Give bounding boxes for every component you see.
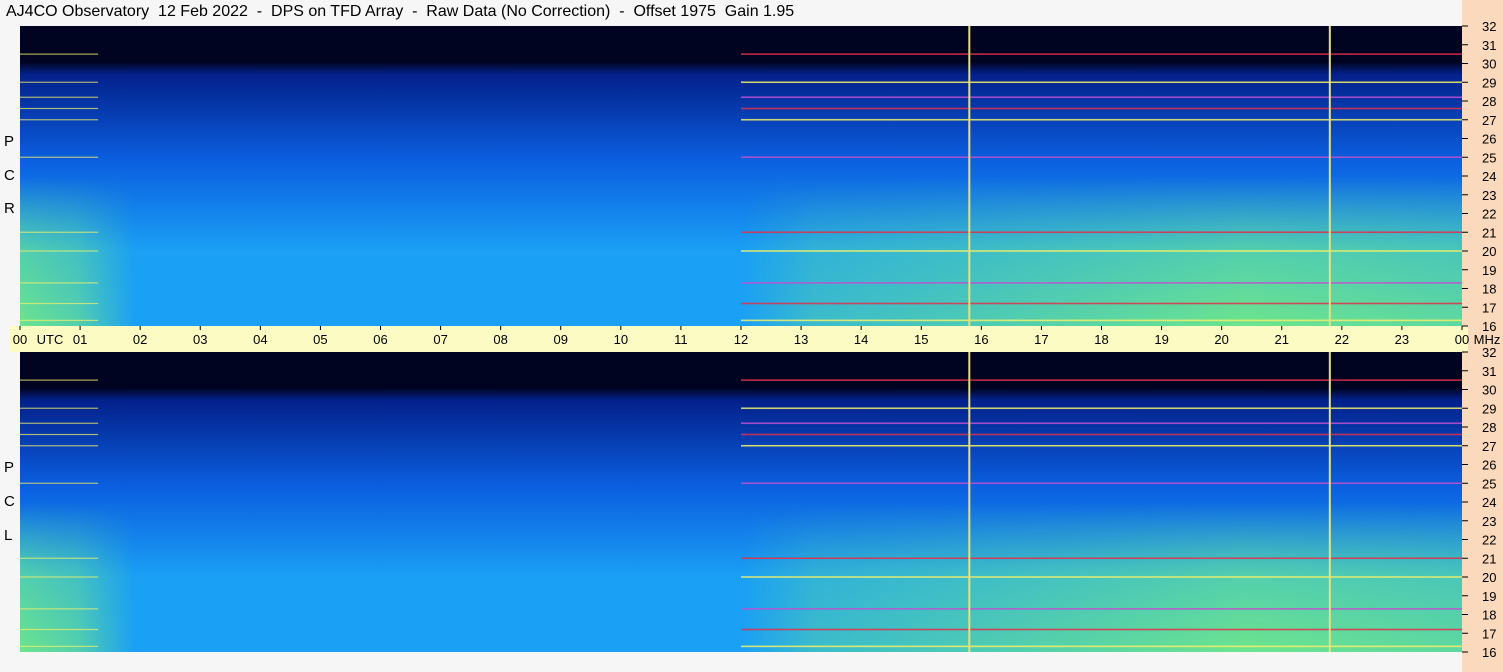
interference-line — [20, 53, 99, 55]
frequency-axis-strip — [1462, 0, 1503, 672]
rcp-label-r: R — [4, 200, 15, 217]
interference-line — [20, 81, 99, 83]
interference-line — [741, 433, 1462, 436]
vertical-marker — [1328, 352, 1331, 652]
interference-line — [741, 302, 1462, 305]
vertical-marker — [968, 26, 971, 326]
interference-line — [20, 422, 99, 424]
interference-line — [20, 482, 99, 484]
lcp-label-p: P — [4, 459, 15, 476]
interference-line — [741, 645, 1462, 648]
interference-line — [741, 379, 1462, 381]
vertical-marker — [1328, 26, 1331, 326]
interference-line — [741, 81, 1462, 84]
interference-line — [20, 557, 99, 559]
lcp-label-c: C — [4, 493, 15, 510]
interference-line — [20, 379, 99, 381]
vertical-marker — [968, 352, 971, 652]
interference-line — [20, 319, 99, 321]
interference-line — [20, 445, 99, 447]
interference-line — [741, 96, 1462, 99]
rcp-label-c: C — [4, 167, 15, 184]
interference-line — [20, 628, 99, 631]
interference-line — [741, 118, 1462, 121]
activity-glow — [20, 26, 1462, 326]
interference-line — [741, 576, 1462, 578]
interference-line — [741, 444, 1462, 447]
interference-line — [20, 231, 99, 233]
interference-line — [741, 482, 1462, 485]
interference-line — [741, 107, 1462, 110]
page-title: AJ4CO Observatory 12 Feb 2022 - DPS on T… — [6, 3, 795, 20]
interference-line — [741, 422, 1462, 425]
interference-line — [20, 282, 99, 284]
rcp-label-p: P — [4, 133, 15, 150]
activity-glow — [20, 352, 1462, 652]
interference-line — [20, 156, 99, 158]
interference-line — [741, 282, 1462, 284]
interference-line — [20, 96, 99, 98]
interference-line — [741, 53, 1462, 55]
interference-line — [20, 302, 99, 305]
interference-line — [741, 319, 1462, 322]
interference-line — [741, 608, 1462, 610]
interference-line — [741, 628, 1462, 631]
time-axis-band — [10, 326, 1468, 352]
interference-line — [741, 557, 1462, 560]
interference-line — [20, 119, 99, 121]
interference-line — [20, 407, 99, 409]
interference-line — [20, 433, 99, 436]
interference-line — [20, 608, 99, 610]
interference-line — [20, 107, 99, 110]
lcp-label-l: L — [4, 527, 13, 544]
spectrogram-rcp — [20, 26, 1462, 326]
interference-line — [741, 407, 1462, 410]
interference-line — [20, 250, 99, 252]
interference-line — [20, 576, 99, 578]
interference-line — [741, 250, 1462, 252]
interference-line — [20, 645, 99, 647]
interference-line — [741, 156, 1462, 159]
spectrogram-lcp — [20, 352, 1462, 652]
interference-line — [741, 231, 1462, 234]
